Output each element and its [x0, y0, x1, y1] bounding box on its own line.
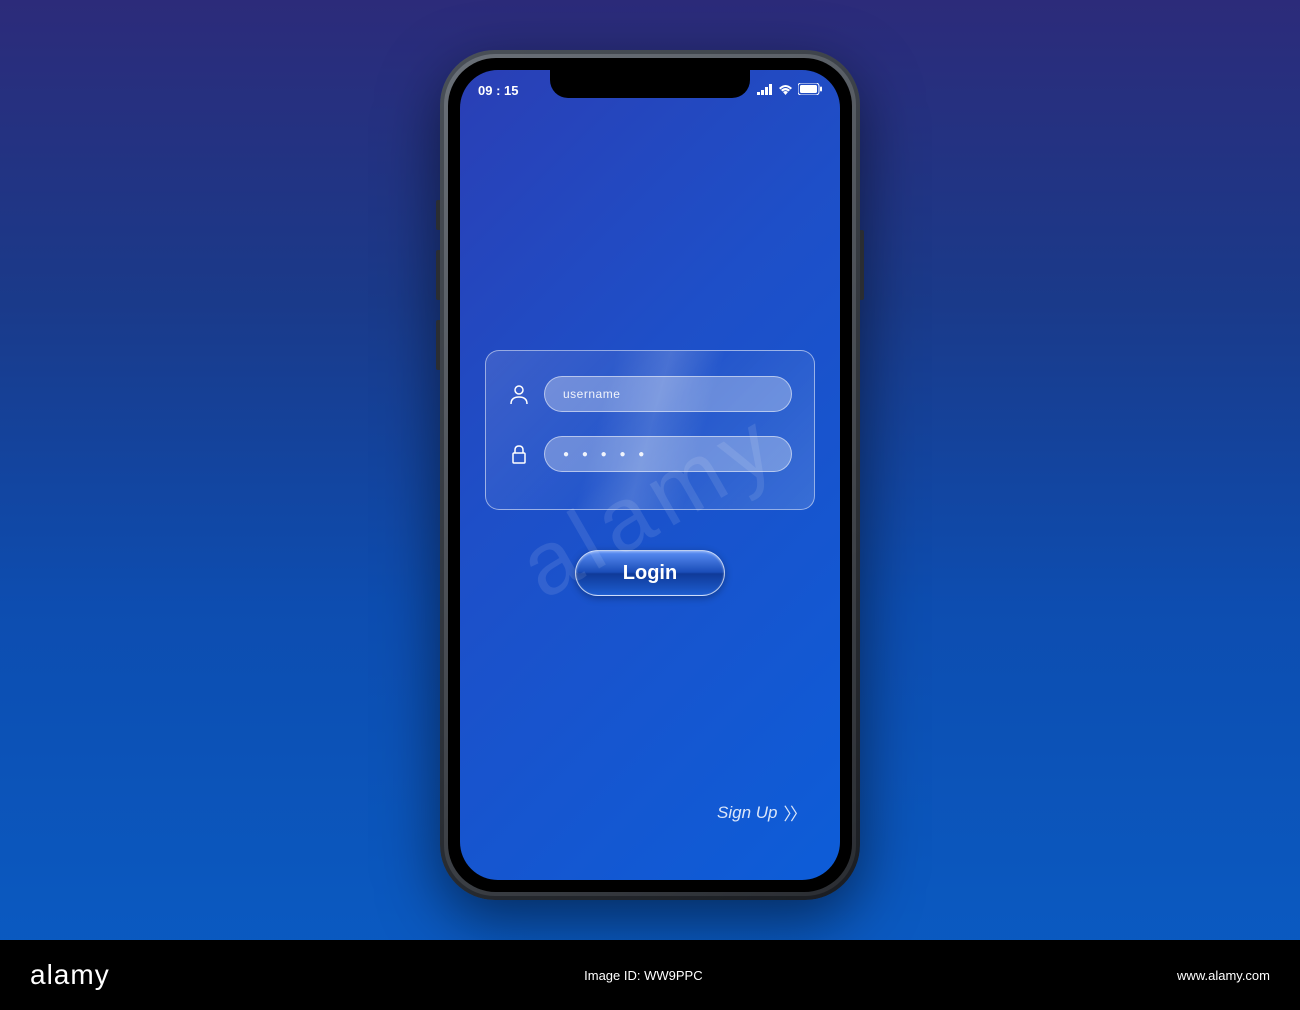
- footer-bar: alamy Image ID: WW9PPC www.alamy.com: [0, 940, 1300, 1010]
- wifi-icon: [778, 83, 793, 98]
- signal-icon: [757, 83, 773, 98]
- phone-side-buttons-left: [436, 200, 440, 390]
- phone-notch: [550, 70, 750, 98]
- phone-frame: 09 : 15: [440, 50, 860, 900]
- user-icon: [508, 383, 530, 405]
- username-row: username: [508, 376, 792, 412]
- username-input[interactable]: username: [544, 376, 792, 412]
- password-input[interactable]: ● ● ● ● ●: [544, 436, 792, 472]
- phone-side-button-right: [860, 230, 864, 300]
- footer-image-id: Image ID: WW9PPC: [584, 968, 702, 983]
- signup-label: Sign Up: [717, 803, 777, 823]
- lock-icon: [508, 443, 530, 465]
- footer-brand: alamy: [30, 959, 110, 991]
- battery-icon: [798, 83, 822, 98]
- login-card: username ● ● ● ● ●: [485, 350, 815, 510]
- phone-screen: 09 : 15: [460, 70, 840, 880]
- login-button[interactable]: Login: [575, 550, 725, 596]
- footer-site: www.alamy.com: [1177, 968, 1270, 983]
- signup-link[interactable]: Sign Up 〉〉: [717, 800, 805, 825]
- chevron-right-icon: 〉〉: [784, 800, 806, 825]
- password-row: ● ● ● ● ●: [508, 436, 792, 472]
- status-time: 09 : 15: [478, 83, 518, 98]
